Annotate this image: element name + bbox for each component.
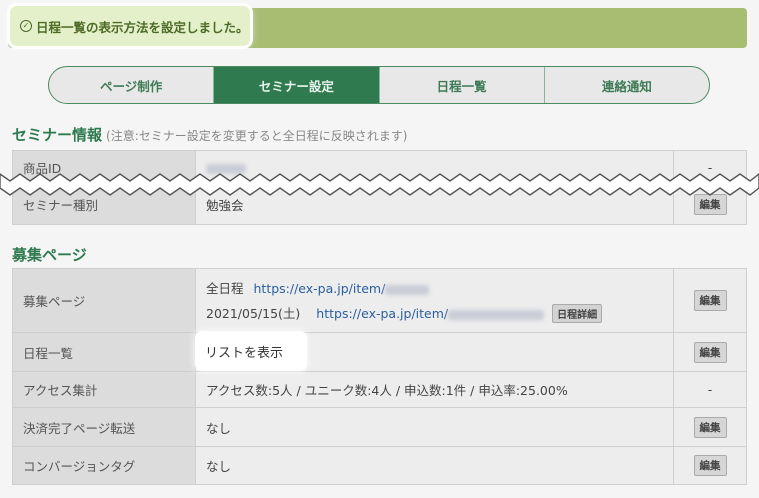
tab-notifications[interactable]: 連絡通知	[545, 67, 709, 103]
edit-button[interactable]: 編集	[693, 194, 727, 215]
tab-bar: ページ制作 セミナー設定 日程一覧 連絡通知	[48, 66, 710, 104]
all-dates-label: 全日程	[206, 281, 244, 296]
tab-label: ページ制作	[99, 78, 163, 94]
table-row: アクセス集計 アクセス数:5人 / ユニーク数:4人 / 申込数:1件 / 申込…	[12, 371, 747, 408]
row-value: なし	[195, 407, 674, 447]
edit-button[interactable]: 編集	[693, 416, 727, 438]
row-label: コンバージョンタグ	[12, 446, 196, 485]
edit-button[interactable]: 編集	[693, 455, 727, 476]
check-circle-icon: ✓	[20, 20, 32, 32]
recruit-table: 募集ページ 全日程 https://ex-pa.jp/item/ 2021/05…	[12, 268, 747, 485]
date-link[interactable]: https://ex-pa.jp/item/	[316, 306, 448, 321]
row-label: アクセス集計	[12, 371, 196, 408]
row-value: アクセス数:5人 / ユニーク数:4人 / 申込数:1件 / 申込率:25.00…	[195, 371, 674, 408]
row-action: 編集	[673, 446, 747, 485]
table-row: 日程一覧 編集	[12, 332, 747, 372]
schedule-list-value: リストを表示	[205, 345, 284, 361]
redacted-url	[448, 309, 545, 320]
tab-page-production[interactable]: ページ制作	[49, 67, 215, 103]
tab-label: 連絡通知	[601, 78, 652, 94]
alert-text: 日程一覧の表示方法を設定しました。	[36, 19, 249, 35]
table-row: 決済完了ページ転送 なし 編集	[12, 407, 747, 447]
row-action: 編集	[673, 332, 747, 372]
edit-button[interactable]: 編集	[693, 290, 727, 311]
tab-schedule-list[interactable]: 日程一覧	[380, 67, 545, 103]
alert-message: ✓ 日程一覧の表示方法を設定しました。	[10, 6, 250, 46]
row-action: 編集	[673, 407, 747, 447]
recruit-page-links: 全日程 https://ex-pa.jp/item/ 2021/05/15(土)…	[195, 268, 674, 333]
redacted-url	[385, 284, 430, 295]
section-heading: セミナー情報	[12, 126, 103, 144]
schedule-detail-button[interactable]: 日程詳細	[552, 304, 603, 323]
tab-seminar-settings[interactable]: セミナー設定	[214, 67, 380, 103]
all-dates-link[interactable]: https://ex-pa.jp/item/	[254, 281, 386, 296]
row-label: 日程一覧	[12, 332, 196, 372]
recruit-section-title: 募集ページ	[12, 244, 87, 265]
tab-label: 日程一覧	[436, 78, 487, 94]
table-row: コンバージョンタグ なし 編集	[12, 446, 747, 485]
table-row: 募集ページ 全日程 https://ex-pa.jp/item/ 2021/05…	[12, 268, 747, 333]
section-heading: 募集ページ	[12, 246, 87, 264]
row-label: 募集ページ	[12, 268, 196, 333]
section-note: (注意:セミナー設定を変更すると全日程に反映されます)	[106, 129, 408, 143]
tab-label: セミナー設定	[258, 78, 334, 94]
schedule-list-value-highlight: リストを表示	[195, 331, 307, 371]
date-label: 2021/05/15(土)	[206, 306, 301, 321]
row-value: なし	[195, 446, 674, 485]
row-action: -	[673, 371, 747, 408]
row-label: 決済完了ページ転送	[12, 407, 196, 447]
edit-button[interactable]: 編集	[693, 341, 727, 363]
row-action: 編集	[673, 268, 747, 333]
seminar-section-title: セミナー情報 (注意:セミナー設定を変更すると全日程に反映されます)	[12, 124, 407, 145]
torn-edge-divider	[0, 173, 759, 196]
page: ✓ 日程一覧の表示方法を設定しました。 ページ制作 セミナー設定 日程一覧 連絡…	[0, 0, 759, 498]
